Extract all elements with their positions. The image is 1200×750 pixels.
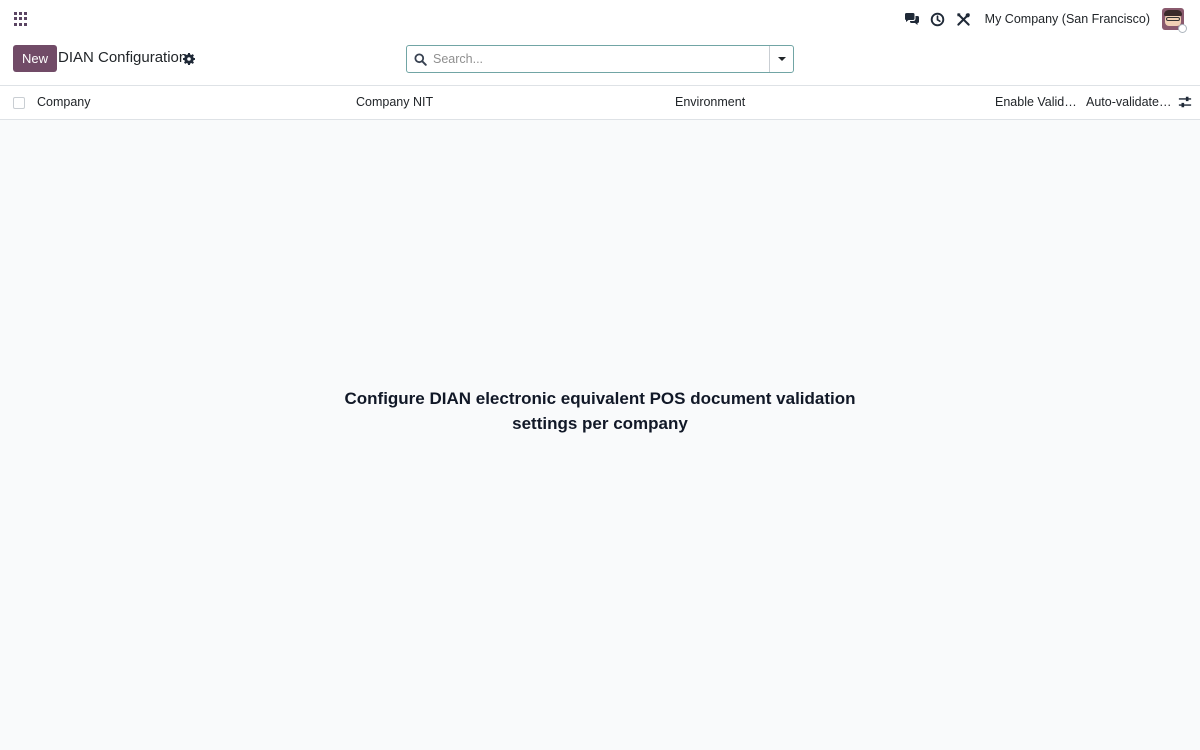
systray: My Company (San Francisco) bbox=[899, 0, 1200, 38]
chat-bubbles-icon[interactable] bbox=[899, 0, 925, 38]
column-header-auto-validate[interactable]: Auto-validate ... bbox=[1086, 86, 1172, 119]
empty-state-line-1: Configure DIAN electronic equivalent POS… bbox=[344, 389, 856, 408]
empty-state-helper: Configure DIAN electronic equivalent POS… bbox=[300, 386, 900, 436]
search-input[interactable] bbox=[433, 46, 769, 72]
column-header-environment[interactable]: Environment bbox=[675, 86, 975, 119]
list-header: Company Company NIT Environment Enable V… bbox=[0, 86, 1200, 120]
gear-icon[interactable] bbox=[183, 52, 197, 66]
top-navbar: My Company (San Francisco) bbox=[0, 0, 1200, 38]
search-options-toggle[interactable] bbox=[769, 46, 793, 72]
tools-icon[interactable] bbox=[951, 0, 977, 38]
avatar-hair bbox=[1164, 10, 1182, 16]
column-header-company-nit[interactable]: Company NIT bbox=[356, 86, 656, 119]
column-header-company[interactable]: Company bbox=[37, 86, 337, 119]
select-all-checkbox[interactable] bbox=[13, 97, 25, 109]
avatar-glasses bbox=[1166, 17, 1180, 21]
caret-down-icon bbox=[777, 57, 786, 61]
search-icon bbox=[407, 46, 433, 72]
new-button[interactable]: New bbox=[13, 45, 58, 72]
user-avatar[interactable] bbox=[1162, 8, 1187, 33]
company-switcher[interactable]: My Company (San Francisco) bbox=[985, 12, 1150, 26]
page-title: DIAN Configuration bbox=[58, 49, 188, 66]
search-bar bbox=[406, 45, 794, 73]
presence-status-icon bbox=[1178, 24, 1187, 33]
control-panel: New DIAN Configuration bbox=[0, 38, 1200, 86]
column-header-enable-validation[interactable]: Enable Valida... bbox=[995, 86, 1081, 119]
apps-menu-grid-icon[interactable] bbox=[10, 9, 30, 29]
empty-state-line-2: settings per company bbox=[512, 414, 688, 433]
clock-icon[interactable] bbox=[925, 0, 951, 38]
sliders-icon[interactable] bbox=[1178, 95, 1192, 109]
